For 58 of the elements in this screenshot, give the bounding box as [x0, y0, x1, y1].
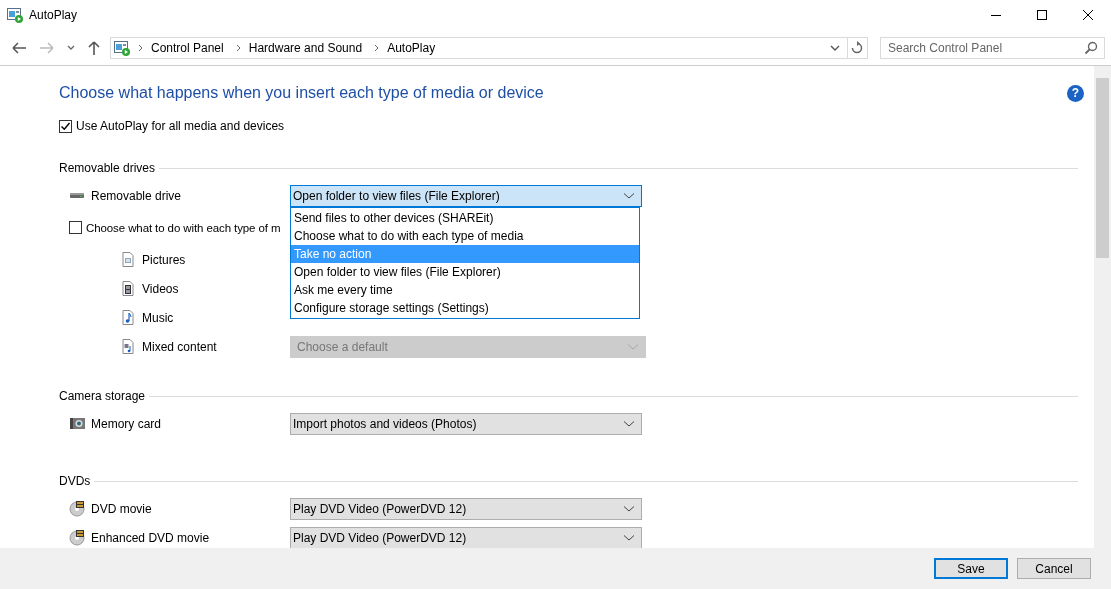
search-field[interactable]: Search Control Panel	[880, 36, 1105, 59]
breadcrumb-link[interactable]: Hardware and Sound	[248, 40, 363, 55]
page-heading: Choose what happens when you insert each type of media or device	[59, 84, 544, 102]
chevron-down-icon	[623, 533, 635, 542]
music-file-icon	[120, 309, 137, 326]
dropdown-option[interactable]: Ask me every time	[291, 280, 639, 299]
chevron-icon	[235, 43, 241, 52]
dropdown[interactable]: Play DVD Video (PowerDVD 12)	[290, 526, 642, 548]
help-button[interactable]: ?	[1067, 84, 1084, 102]
scrollbar[interactable]	[1094, 66, 1111, 548]
option-label: Mixed content	[142, 339, 217, 354]
disc-icon	[69, 500, 86, 517]
cancel-button[interactable]: Cancel	[1017, 558, 1091, 579]
film-file-icon	[120, 280, 137, 297]
control-panel-icon	[7, 7, 23, 23]
dropdown-option[interactable]: Configure storage settings (Settings)	[291, 298, 639, 317]
mixed-file-icon	[120, 338, 137, 355]
chevron-down-icon	[623, 191, 635, 200]
chevron-down-icon	[627, 342, 639, 351]
refresh-icon	[850, 40, 865, 55]
option-label: Removable drive	[91, 188, 182, 203]
option-label: Enhanced DVD movie	[91, 530, 210, 545]
dropdown-option[interactable]: Open folder to view files (File Explorer)	[291, 262, 639, 281]
chevron-icon	[374, 43, 380, 52]
breadcrumb-link[interactable]: AutoPlay	[387, 40, 436, 55]
search-icon	[1084, 40, 1098, 55]
address-bar[interactable]: Control Panel Hardware and Sound AutoPlay	[110, 36, 848, 59]
section-heading: Removable drives	[59, 161, 156, 175]
dropdown-option[interactable]: Send files to other devices (SHAREit)	[291, 208, 639, 227]
window-title: AutoPlay	[29, 8, 78, 22]
checkbox[interactable]	[59, 119, 72, 133]
chevron-down-icon	[623, 504, 635, 513]
breadcrumb-link[interactable]: Control Panel	[151, 40, 224, 55]
option-label: Music	[142, 310, 174, 325]
save-button[interactable]: Save	[934, 558, 1008, 579]
section-heading: DVDs	[59, 474, 91, 488]
option-label: DVD movie	[91, 501, 152, 516]
camera-icon	[69, 415, 86, 432]
checkbox-label: Use AutoPlay for all media and devices	[76, 119, 285, 133]
dropdown[interactable]: Play DVD Video (PowerDVD 12)	[290, 497, 642, 520]
dropdown[interactable]: Import photos and videos (Photos)	[290, 412, 642, 435]
disc-icon	[69, 529, 86, 546]
dropdown[interactable]: Open folder to view files (File Explorer)	[290, 184, 642, 207]
back-arrow-icon[interactable]	[10, 39, 28, 56]
option-label: Pictures	[142, 252, 186, 267]
refresh-button[interactable]	[847, 36, 868, 59]
control-panel-icon	[114, 39, 130, 56]
option-label: Videos	[142, 281, 179, 296]
checkbox-label: Choose what to do with each type of m	[86, 221, 281, 234]
up-arrow-icon[interactable]	[86, 39, 102, 56]
scrollbar-thumb[interactable]	[1096, 78, 1109, 258]
image-file-icon	[120, 251, 137, 268]
chevron-down-icon	[623, 419, 635, 428]
checkbox[interactable]	[69, 221, 82, 234]
dropdown-option[interactable]: Choose what to do with each type of media	[291, 226, 639, 245]
section-heading: Camera storage	[59, 389, 146, 403]
option-label: Memory card	[91, 416, 161, 431]
chevron-icon	[138, 43, 143, 52]
